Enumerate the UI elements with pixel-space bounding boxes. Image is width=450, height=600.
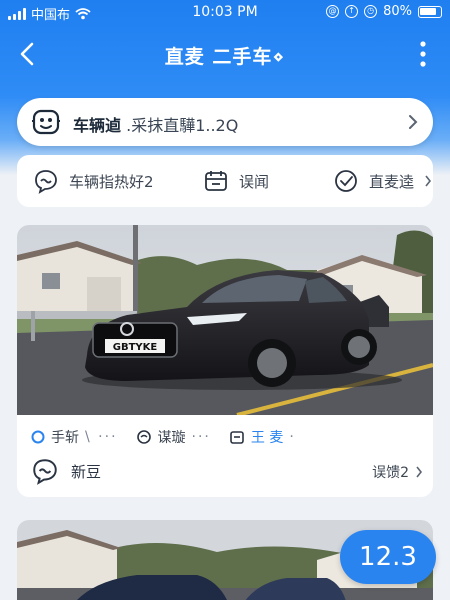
chat-icon [136, 430, 151, 444]
meta-mileage-label: 手斩 [51, 430, 79, 446]
assistant-search-bar[interactable]: 车辆逌 .采抹直驊1..2Q [17, 98, 433, 146]
box-icon [230, 431, 244, 444]
chat-bubble-icon [35, 170, 57, 194]
chat-bubble-icon [33, 459, 57, 485]
license-plate: GBTYKE [113, 342, 158, 353]
price-badge[interactable]: 12.3 [340, 530, 436, 584]
card-footer: 新豆 误馈2 [31, 457, 423, 487]
car-listing-card[interactable]: GBTYKE 手斩 \ ⋅⋅⋅ 谋璇 ⋅⋅⋅ 王 麦 ⋅ 新豆 误馈2 [17, 225, 433, 497]
page-title: 直麦 二手车⋄ [164, 46, 286, 68]
chevron-right-icon [425, 175, 432, 187]
quick-action-condition[interactable]: 车辆指热好2 [33, 155, 154, 207]
search-label: 车辆逌 [73, 116, 122, 135]
quick-action-direct[interactable]: 直麦逵 [333, 155, 432, 207]
header-background [0, 0, 450, 175]
battery-icon [418, 5, 442, 18]
chevron-right-icon [416, 466, 423, 478]
meta-seller-dots: ⋅ [289, 429, 296, 445]
check-shield-icon [335, 170, 357, 192]
quick-action-schedule[interactable]: 误闻 [203, 155, 269, 207]
car-meta-row: 手斩 \ ⋅⋅⋅ 谋璇 ⋅⋅⋅ 王 麦 ⋅ [31, 427, 421, 447]
meta-seller-label: 王 麦 [250, 430, 284, 446]
location-icon: ↑ [345, 5, 359, 18]
robot-assistant-icon [32, 109, 60, 135]
calendar-icon [205, 171, 227, 191]
search-query: .采抹直驊1..2Q [126, 116, 239, 135]
rotation-lock-icon: @ [326, 5, 340, 18]
quick-action-condition-label: 车辆指热好2 [69, 172, 154, 191]
search-text: 车辆逌 .采抹直驊1..2Q [73, 112, 238, 136]
circle-icon [31, 430, 45, 444]
meta-review-label: 谋璇 [157, 430, 186, 446]
meta-review: 谋璇 ⋅⋅⋅ [136, 427, 211, 447]
alarm-icon: ◷ [364, 5, 378, 18]
card-details-label: 误馈2 [372, 465, 409, 481]
quick-actions-row: 车辆指热好2 误闻 直麦逵 [17, 155, 433, 207]
more-options-icon[interactable] [418, 40, 428, 68]
card-footer-label: 新豆 [71, 462, 102, 481]
meta-mileage: 手斩 \ ⋅⋅⋅ [31, 427, 118, 447]
quick-action-direct-label: 直麦逵 [369, 172, 415, 191]
meta-seller: 王 麦 ⋅ [229, 427, 296, 447]
quick-action-schedule-label: 误闻 [239, 172, 270, 191]
status-bar: 中国布 10:03 PM @ ↑ ◷ 80% [0, 0, 450, 26]
chevron-right-icon [409, 115, 418, 129]
meta-review-dots: ⋅⋅⋅ [191, 429, 211, 445]
card-details-link[interactable]: 误馈2 [372, 462, 423, 482]
battery-percent: 80% [383, 4, 412, 19]
car-photo: GBTYKE [17, 225, 433, 415]
meta-mileage-dots: \ ⋅⋅⋅ [85, 429, 118, 445]
nav-bar: 直麦 二手车⋄ [0, 30, 450, 80]
